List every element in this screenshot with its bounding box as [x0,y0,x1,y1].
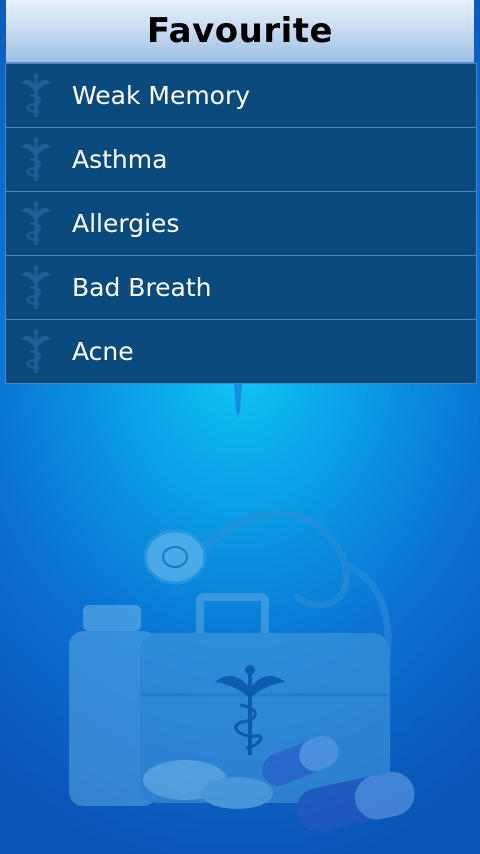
list-item-label: Bad Breath [72,273,212,302]
list-item-label: Acne [72,337,134,366]
list-item-acne[interactable]: Acne [6,319,476,383]
list-item-allergies[interactable]: Allergies [6,191,476,255]
list-item-label: Allergies [72,209,180,238]
list-item-weak-memory[interactable]: Weak Memory [6,64,476,127]
caduceus-icon [16,136,56,184]
medical-kit-illustration [69,510,415,832]
caduceus-icon [16,72,56,120]
list-item-asthma[interactable]: Asthma [6,127,476,191]
decorative-pointer-shape [234,384,242,418]
caduceus-icon [16,200,56,248]
favourite-list: Weak Memory Asthma Allergies Bad Breath … [5,63,477,384]
list-item-bad-breath[interactable]: Bad Breath [6,255,476,319]
list-item-label: Weak Memory [72,81,251,110]
caduceus-icon [16,264,56,312]
list-item-label: Asthma [72,145,168,174]
title-bar: Favourite [6,0,474,64]
caduceus-icon [16,328,56,376]
page-title: Favourite [146,11,334,51]
